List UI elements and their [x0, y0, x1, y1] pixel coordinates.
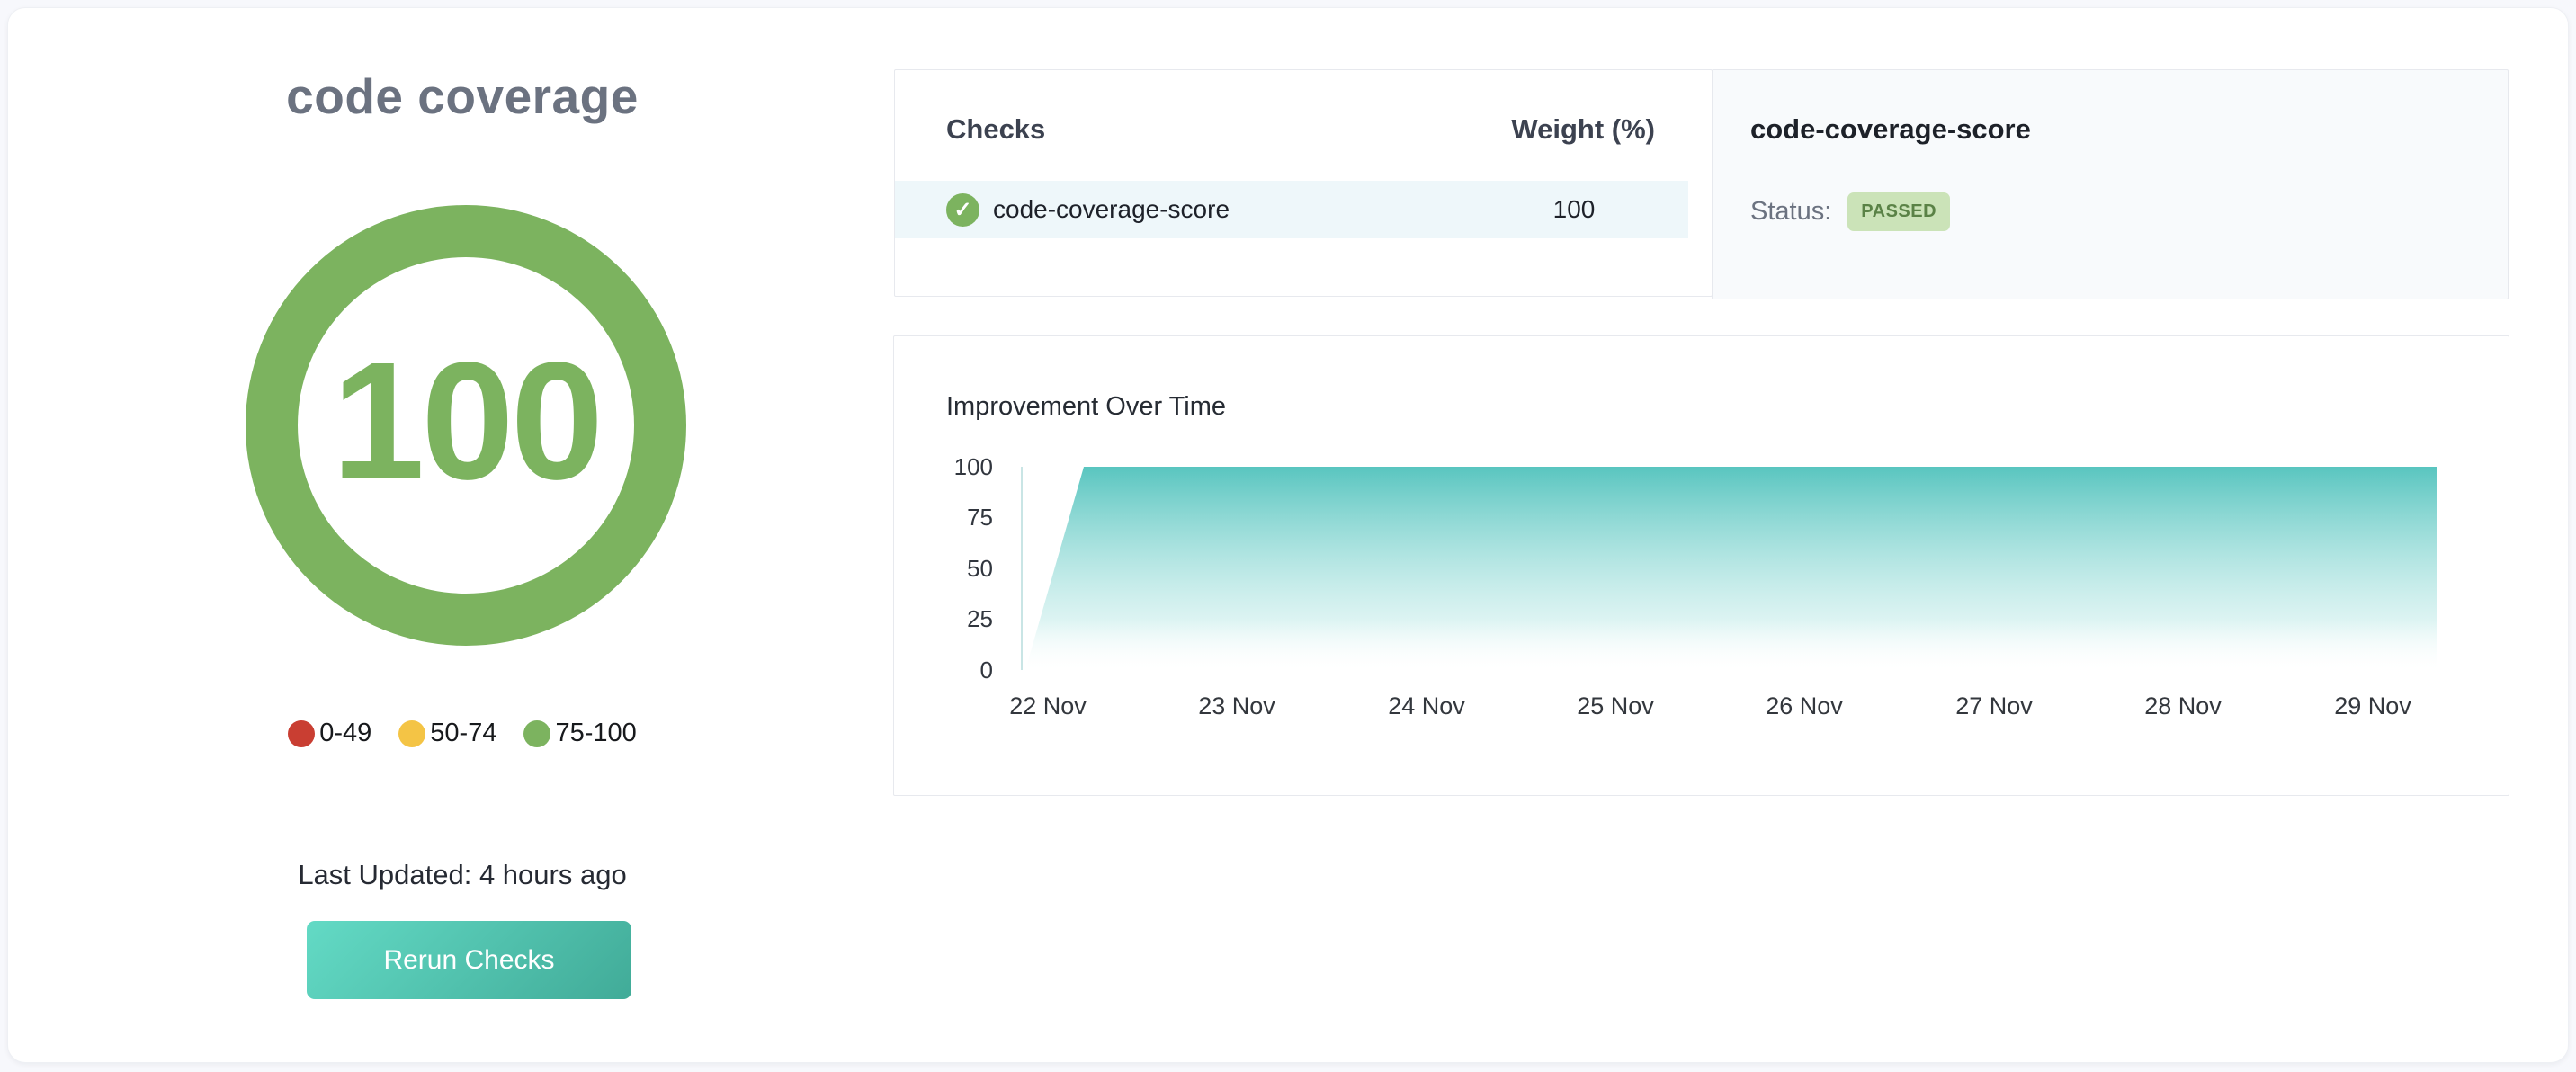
- y-axis-tick: 75: [894, 504, 993, 531]
- status-label: Status:: [1750, 197, 1831, 227]
- status-badge: PASSED: [1847, 192, 1950, 231]
- rerun-checks-button[interactable]: Rerun Checks: [307, 921, 631, 999]
- x-axis-tick: 29 Nov: [2318, 692, 2428, 719]
- improvement-chart-card: Improvement Over Time 100 75 50 25 0 22 …: [893, 335, 2509, 796]
- chart-title: Improvement Over Time: [946, 392, 1226, 422]
- x-axis-tick: 27 Nov: [1939, 692, 2049, 719]
- check-detail-card: code-coverage-score Status: PASSED: [1712, 69, 2509, 299]
- dashboard-card: code coverage 100 0-49 50-74 75-100 Last…: [7, 7, 2569, 1063]
- legend-label: 50-74: [430, 719, 496, 748]
- area-series: [1021, 467, 2437, 670]
- x-axis-tick: 26 Nov: [1749, 692, 1859, 719]
- x-axis-tick: 22 Nov: [993, 692, 1103, 719]
- legend-item-low: 0-49: [288, 719, 371, 748]
- y-axis-tick: 0: [894, 657, 993, 683]
- checks-column-header: Checks: [946, 113, 1045, 146]
- y-axis-tick: 100: [894, 453, 993, 480]
- score-legend: 0-49 50-74 75-100: [8, 719, 917, 748]
- legend-item-high: 75-100: [523, 719, 636, 748]
- checks-table-card: Checks Weight (%) ✓ code-coverage-score …: [894, 69, 1713, 297]
- x-axis-tick: 24 Nov: [1372, 692, 1481, 719]
- y-axis-tick: 25: [894, 605, 993, 632]
- page-title: code coverage: [8, 67, 917, 125]
- x-axis-tick: 25 Nov: [1561, 692, 1670, 719]
- checks-table-header: Checks Weight (%): [895, 70, 1712, 169]
- legend-item-mid: 50-74: [398, 719, 496, 748]
- score-gauge: 100: [246, 205, 686, 646]
- table-row[interactable]: ✓ code-coverage-score 100: [895, 181, 1688, 238]
- check-weight-value: 100: [1493, 195, 1655, 224]
- check-circle-icon: ✓: [946, 193, 979, 227]
- check-name: code-coverage-score: [993, 195, 1230, 224]
- check-detail-title: code-coverage-score: [1750, 113, 2470, 146]
- yellow-dot-icon: [398, 720, 425, 747]
- status-row: Status: PASSED: [1750, 192, 2470, 231]
- x-axis-tick: 28 Nov: [2128, 692, 2238, 719]
- last-updated-text: Last Updated: 4 hours ago: [8, 859, 917, 891]
- legend-label: 75-100: [555, 719, 636, 748]
- green-dot-icon: [523, 720, 550, 747]
- red-dot-icon: [288, 720, 315, 747]
- y-axis-tick: 50: [894, 555, 993, 582]
- weight-column-header: Weight (%): [1493, 113, 1655, 146]
- x-axis-tick: 23 Nov: [1182, 692, 1292, 719]
- score-value: 100: [332, 338, 600, 513]
- legend-label: 0-49: [319, 719, 371, 748]
